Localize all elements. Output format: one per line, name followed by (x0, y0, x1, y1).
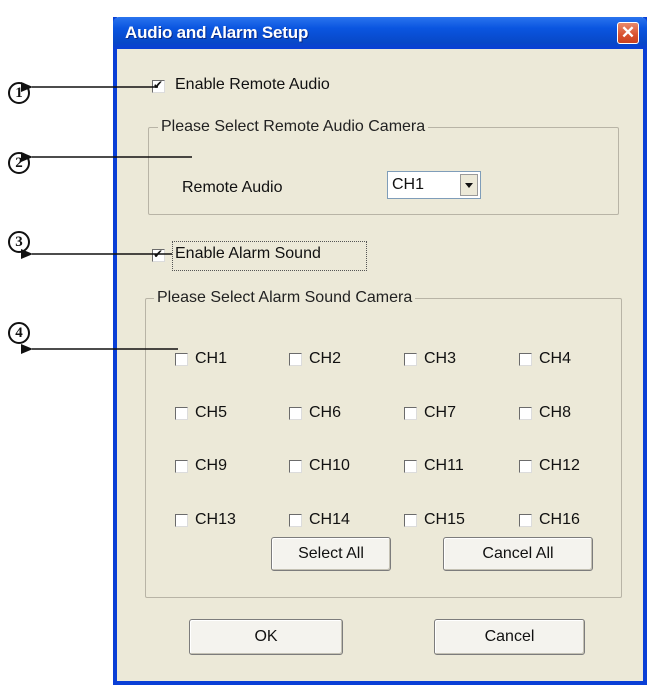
callout-arrows (21, 82, 192, 354)
